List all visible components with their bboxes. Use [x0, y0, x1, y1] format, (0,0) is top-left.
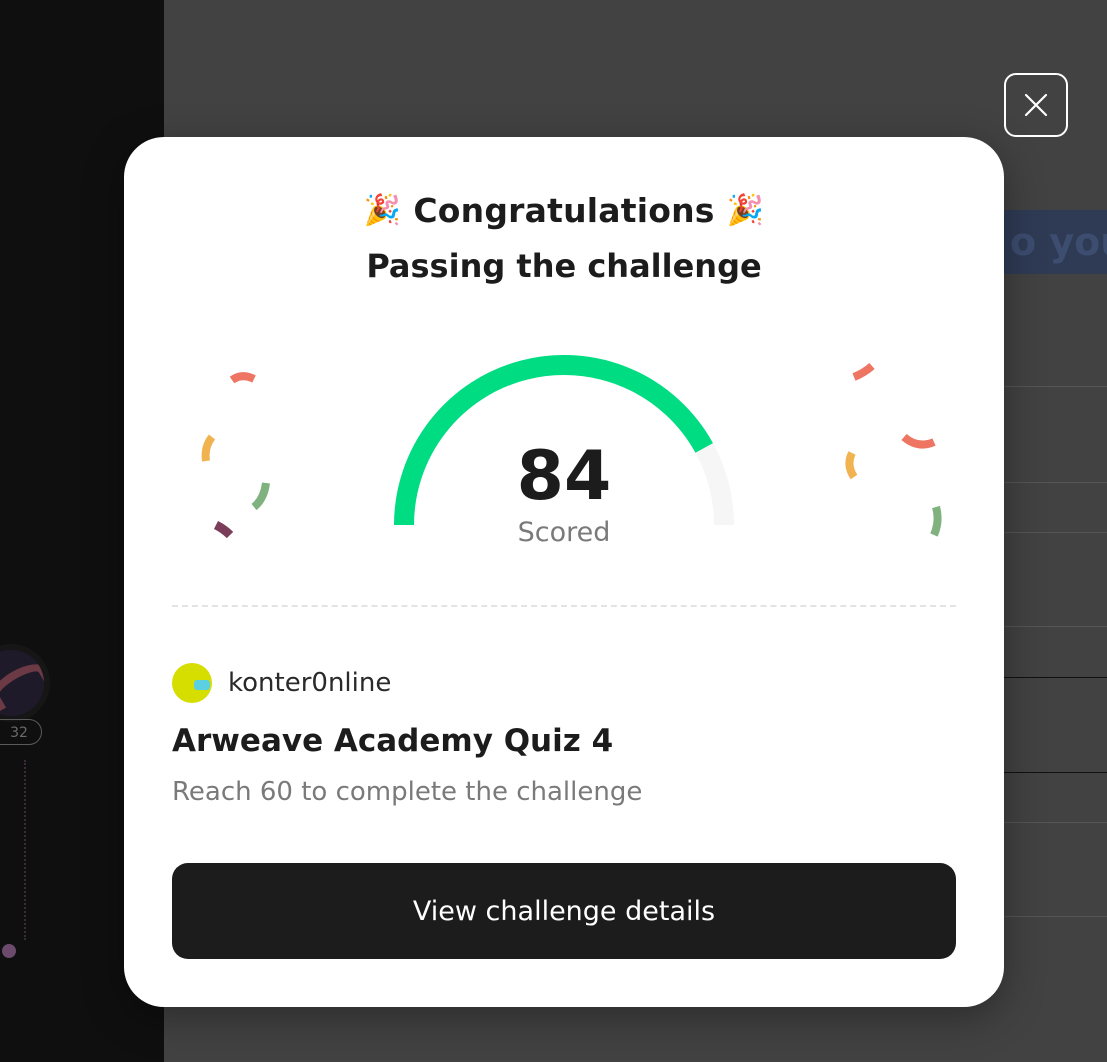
view-challenge-details-button[interactable]: View challenge details	[172, 863, 956, 959]
background-divider	[1004, 386, 1107, 387]
modal-title-text: Congratulations	[413, 191, 715, 230]
modal-subtitle: Passing the challenge	[366, 247, 762, 285]
avatar-face-icon	[194, 680, 210, 690]
confetti-piece	[229, 372, 256, 384]
background-divider	[1004, 626, 1107, 627]
score-value: 84	[516, 437, 612, 516]
modal-title: 🎉 Congratulations 🎉	[124, 191, 1004, 230]
background-connector-line	[24, 760, 26, 940]
username: konter0nline	[228, 668, 392, 698]
challenge-title: Arweave Academy Quiz 4	[172, 723, 614, 759]
background-divider	[1004, 822, 1107, 823]
background-divider	[1004, 772, 1107, 773]
party-popper-icon: 🎉	[363, 193, 402, 228]
section-divider	[172, 605, 956, 607]
close-icon	[1024, 93, 1048, 117]
user-avatar	[172, 663, 212, 703]
background-count-badge: 32	[0, 719, 42, 745]
confetti-piece	[852, 362, 875, 381]
background-divider	[1004, 916, 1107, 917]
background-dot	[2, 944, 16, 958]
result-modal: 🎉 Congratulations 🎉 Passing the challenge …	[124, 137, 1004, 1007]
background-divider	[1004, 677, 1107, 678]
close-button[interactable]	[1004, 73, 1068, 137]
background-divider	[1004, 482, 1107, 483]
challenge-description: Reach 60 to complete the challenge	[172, 777, 643, 807]
background-divider	[1004, 532, 1107, 533]
background-heading-strip: o you	[1002, 210, 1107, 274]
score-label: Scored	[517, 517, 611, 548]
user-info: konter0nline	[172, 663, 391, 703]
party-popper-icon: 🎉	[726, 193, 765, 228]
